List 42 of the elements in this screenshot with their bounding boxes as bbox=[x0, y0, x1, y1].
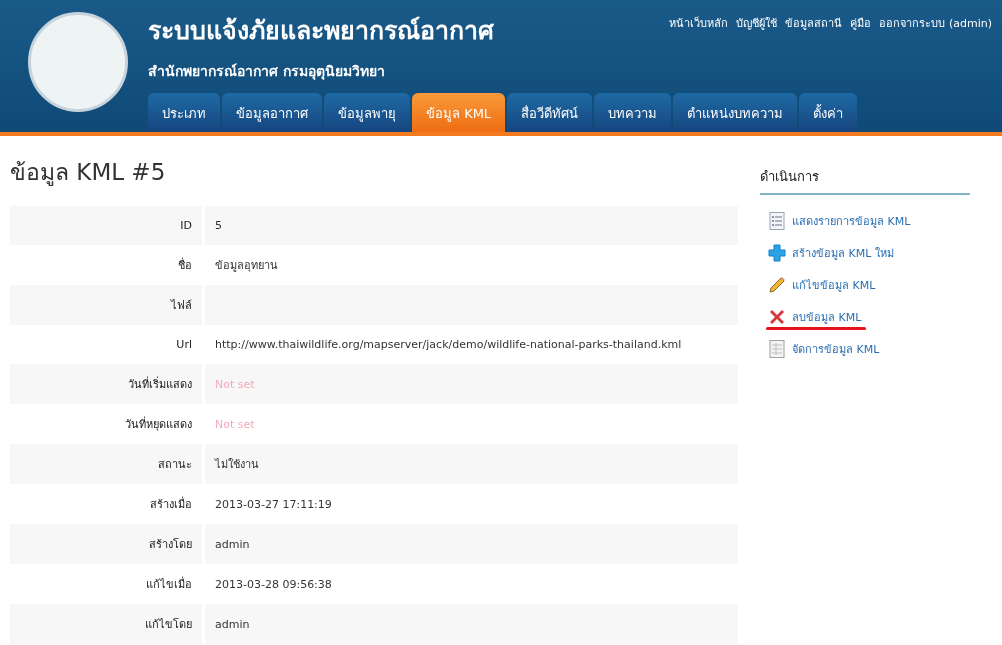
field-value: http://www.thaiwildlife.org/mapserver/jack/demo/wildlife-national-parks-thailand.kml bbox=[215, 338, 682, 351]
nav-tab[interactable]: ตั้งค่า bbox=[799, 93, 858, 132]
nav-link[interactable]: ข้อมูลสถานี bbox=[785, 14, 843, 93]
nav-tab[interactable]: สื่อวีดีทัศน์ bbox=[507, 93, 593, 132]
pencil-icon bbox=[768, 276, 786, 294]
action-link[interactable]: จัดการข้อมูล KML bbox=[792, 340, 880, 358]
document-table-icon bbox=[768, 340, 786, 358]
field-label: สร้างโดย bbox=[10, 524, 205, 564]
nav-link[interactable]: ออกจากระบบ (admin) bbox=[879, 14, 992, 93]
nav-tab[interactable]: ข้อมูลอากาศ bbox=[222, 93, 322, 132]
nav-tab[interactable]: ข้อมูลพายุ bbox=[324, 93, 410, 132]
not-set-text: Not set bbox=[215, 377, 255, 391]
action-link[interactable]: แสดงรายการข้อมูล KML bbox=[792, 212, 911, 230]
action-link[interactable]: แก้ไขข้อมูล KML bbox=[792, 276, 876, 294]
not-set-text: Not set bbox=[215, 417, 255, 431]
field-value: 2013-03-28 09:56:38 bbox=[215, 577, 332, 591]
field-label: แก้ไขโดย bbox=[10, 604, 205, 644]
field-label: ID bbox=[10, 206, 205, 245]
nav-tab[interactable]: บทความ bbox=[594, 93, 672, 132]
action-link[interactable]: ลบข้อมูล KML bbox=[792, 308, 862, 326]
field-label: วันที่เริ่มแสดง bbox=[10, 364, 205, 404]
field-value: 5 bbox=[215, 219, 222, 232]
field-value: ข้อมูลอุทยาน bbox=[215, 259, 278, 272]
nav-link[interactable]: บัญชีผู้ใช้ bbox=[736, 14, 778, 93]
action-link[interactable]: สร้างข้อมูล KML ใหม่ bbox=[792, 244, 894, 262]
page-title: ข้อมูล KML #5 bbox=[10, 158, 167, 188]
nav-tab[interactable]: ตำแหน่งบทความ bbox=[673, 93, 798, 132]
field-value: ไม่ใช้งาน bbox=[215, 458, 259, 471]
nav-link[interactable]: คู่มือ bbox=[850, 14, 872, 93]
nav-link[interactable]: หน้าเว็บหลัก bbox=[669, 14, 729, 93]
operations-heading: ดำเนินการ bbox=[760, 166, 970, 195]
field-value: admin bbox=[215, 537, 250, 551]
site-subtitle: สำนักพยากรณ์อากาศ กรมอุตุนิยมวิทยา bbox=[148, 62, 386, 82]
plus-icon bbox=[768, 244, 786, 262]
site-title: ระบบแจ้งภัยและพยากรณ์อากาศ bbox=[148, 15, 494, 47]
cross-icon bbox=[768, 308, 786, 326]
nav-tab[interactable]: ประเภท bbox=[148, 93, 220, 132]
field-label: สถานะ bbox=[10, 444, 205, 484]
field-value: admin bbox=[215, 617, 250, 631]
field-label: ไฟล์ bbox=[10, 285, 205, 325]
field-value: 2013-03-27 17:11:19 bbox=[215, 497, 332, 511]
document-list-icon bbox=[768, 212, 786, 230]
